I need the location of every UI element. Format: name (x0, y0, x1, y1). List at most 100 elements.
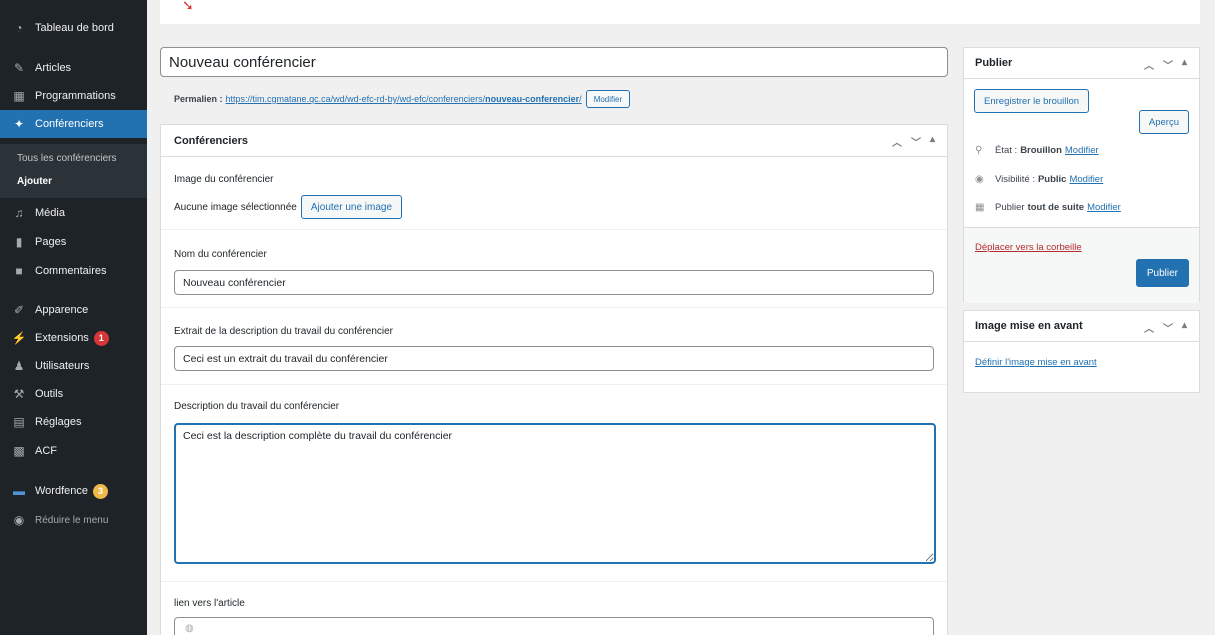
publish-button[interactable]: Publier (1135, 259, 1189, 287)
image-picker: Aucune image sélectionnée Ajouter une im… (174, 195, 403, 219)
conferenciers-submenu: Tous les conférenciers Ajouter (0, 144, 147, 198)
field-name: Nom du conférencier (161, 231, 947, 308)
menu-label: Apparence (35, 304, 89, 316)
move-up-icon[interactable]: ︿ (1144, 57, 1154, 72)
status-value: Brouillon (1020, 145, 1062, 156)
field-label: Nom du conférencier (174, 249, 267, 260)
toggle-panel-icon[interactable]: ▴ (1182, 57, 1187, 72)
menu-label: Extensions (35, 332, 89, 344)
status-row: ⚲ État : Brouillon Modifier (975, 145, 1099, 156)
move-up-icon[interactable]: ︿ (892, 134, 902, 149)
menu-item-acf[interactable]: ▩ ACF (0, 437, 147, 465)
move-up-icon[interactable]: ︿ (1144, 320, 1154, 335)
permalink-url-base: https://tim.cgmatane.qc.ca/wd/wd-efc-rd-… (225, 94, 486, 104)
permalink-label: Permalien : (174, 94, 223, 104)
permalink-url-end: / (579, 94, 582, 104)
media-icon: ♫ (14, 206, 24, 220)
menu-label: Réduire le menu (35, 514, 109, 526)
menu-item-apparence[interactable]: ✐ Apparence (0, 296, 147, 324)
move-to-trash-link[interactable]: Déplacer vers la corbeille (975, 242, 1082, 253)
menu-label: Média (35, 207, 65, 219)
post-title-input[interactable] (160, 47, 948, 77)
field-label: Description du travail du conférencier (174, 401, 340, 412)
move-down-icon[interactable]: ﹀ (911, 134, 921, 149)
shield-icon: ▬ (13, 484, 25, 498)
publish-box-header: Publier ︿ ﹀ ▴ (964, 48, 1199, 79)
person-icon: ✦ (13, 117, 25, 131)
permalink-link[interactable]: https://tim.cgmatane.qc.ca/wd/wd-efc-rd-… (226, 94, 582, 104)
schedule-row: ▦ Publier tout de suite Modifier (975, 202, 1121, 213)
update-count-badge: 1 (93, 330, 109, 346)
users-icon: ♟ (13, 359, 25, 373)
toggle-panel-icon[interactable]: ▴ (930, 134, 935, 149)
dashboard-icon: ◔ (15, 21, 23, 35)
speaker-name-input[interactable] (174, 270, 934, 295)
menu-label: Commentaires (35, 265, 107, 277)
notice-strip: ➘ (160, 0, 1200, 24)
toggle-panel-icon[interactable]: ▴ (1182, 320, 1187, 335)
plugin-icon: ⚡ (11, 331, 27, 345)
permalink-row: Permalien : https://tim.cgmatane.qc.ca/w… (174, 90, 631, 108)
featured-box-title: Image mise en avant (975, 320, 1083, 332)
menu-label: Tableau de bord (35, 22, 114, 34)
menu-item-utilisateurs[interactable]: ♟ Utilisateurs (0, 352, 147, 380)
submenu-all-conferenciers[interactable]: Tous les conférenciers (17, 153, 117, 164)
admin-sidebar: ◔ Tableau de bord ✎ Articles ▦ Programma… (0, 0, 147, 635)
comment-icon: ■ (15, 264, 23, 278)
move-down-icon[interactable]: ﹀ (1163, 320, 1173, 335)
permalink-slug: nouveau-conferencier (485, 94, 580, 104)
schedule-label: Publier (995, 202, 1025, 213)
edit-schedule-link[interactable]: Modifier (1087, 202, 1121, 213)
menu-item-articles[interactable]: ✎ Articles (0, 54, 147, 82)
edit-status-link[interactable]: Modifier (1065, 145, 1099, 156)
collapse-icon: ◉ (13, 513, 25, 527)
menu-item-tableau-de-bord[interactable]: ◔ Tableau de bord (0, 14, 147, 42)
excerpt-input[interactable] (174, 346, 934, 371)
eye-icon: ◉ (975, 174, 984, 185)
menu-item-pages[interactable]: ▮ Pages (0, 228, 147, 256)
field-label: Image du conférencier (174, 174, 274, 185)
submenu-add-new[interactable]: Ajouter (17, 176, 52, 187)
wordfence-count-badge: 3 (93, 483, 108, 499)
metabox-title: Conférenciers (174, 134, 248, 147)
menu-item-outils[interactable]: ⚒ Outils (0, 380, 147, 408)
add-image-button[interactable]: Ajouter une image (300, 195, 403, 219)
publish-box: Publier ︿ ﹀ ▴ Enregistrer le brouillon A… (963, 47, 1200, 303)
menu-item-conferenciers[interactable]: ✦ Conférenciers (0, 110, 147, 138)
calendar-icon: ▦ (13, 89, 25, 103)
menu-label: Wordfence (35, 485, 88, 497)
publish-box-title: Publier (975, 57, 1013, 69)
menu-item-reglages[interactable]: ▤ Réglages (0, 408, 147, 436)
field-label: lien vers l'article (174, 598, 245, 609)
featured-box-header: Image mise en avant ︿ ﹀ ▴ (964, 311, 1199, 342)
arrow-icon: ➘ (182, 0, 194, 13)
featured-image-box: Image mise en avant ︿ ﹀ ▴ Définir l'imag… (963, 310, 1200, 393)
visibility-value: Public (1037, 174, 1067, 185)
description-textarea[interactable]: Ceci est la description complète du trav… (174, 423, 936, 564)
field-article-link: lien vers l'article ◍ (161, 583, 947, 635)
pin-icon: ⚲ (975, 145, 983, 156)
menu-item-extensions[interactable]: ⚡ Extensions 1 (0, 324, 147, 352)
menu-item-programmations[interactable]: ▦ Programmations (0, 82, 147, 110)
page-icon: ▮ (15, 235, 23, 249)
settings-icon: ▤ (13, 415, 25, 429)
save-draft-button[interactable]: Enregistrer le brouillon (974, 89, 1090, 113)
edit-permalink-button[interactable]: Modifier (585, 90, 631, 108)
menu-label: Articles (35, 62, 72, 74)
menu-item-media[interactable]: ♫ Média (0, 199, 147, 227)
metabox-header: Conférenciers ︿ ﹀ ▴ (161, 125, 947, 157)
visibility-row: ◉ Visibilité : Public Modifier (975, 174, 1103, 185)
menu-item-commentaires[interactable]: ■ Commentaires (0, 257, 147, 285)
preview-button[interactable]: Aperçu (1138, 110, 1189, 134)
menu-label: Programmations (35, 90, 116, 102)
conferenciers-metabox: Conférenciers ︿ ﹀ ▴ Image du conférencie… (160, 124, 948, 635)
edit-visibility-link[interactable]: Modifier (1069, 174, 1103, 185)
menu-label: Conférenciers (35, 118, 104, 130)
move-down-icon[interactable]: ﹀ (1163, 57, 1173, 72)
field-excerpt: Extrait de la description du travail du … (161, 309, 947, 385)
set-featured-image-link[interactable]: Définir l'image mise en avant (975, 357, 1097, 368)
field-label: Extrait de la description du travail du … (174, 326, 394, 337)
collapse-menu-button[interactable]: ◉ Réduire le menu (0, 506, 147, 534)
article-url-input[interactable]: ◍ (174, 617, 934, 635)
menu-item-wordfence[interactable]: ▬ Wordfence 3 (0, 477, 147, 505)
